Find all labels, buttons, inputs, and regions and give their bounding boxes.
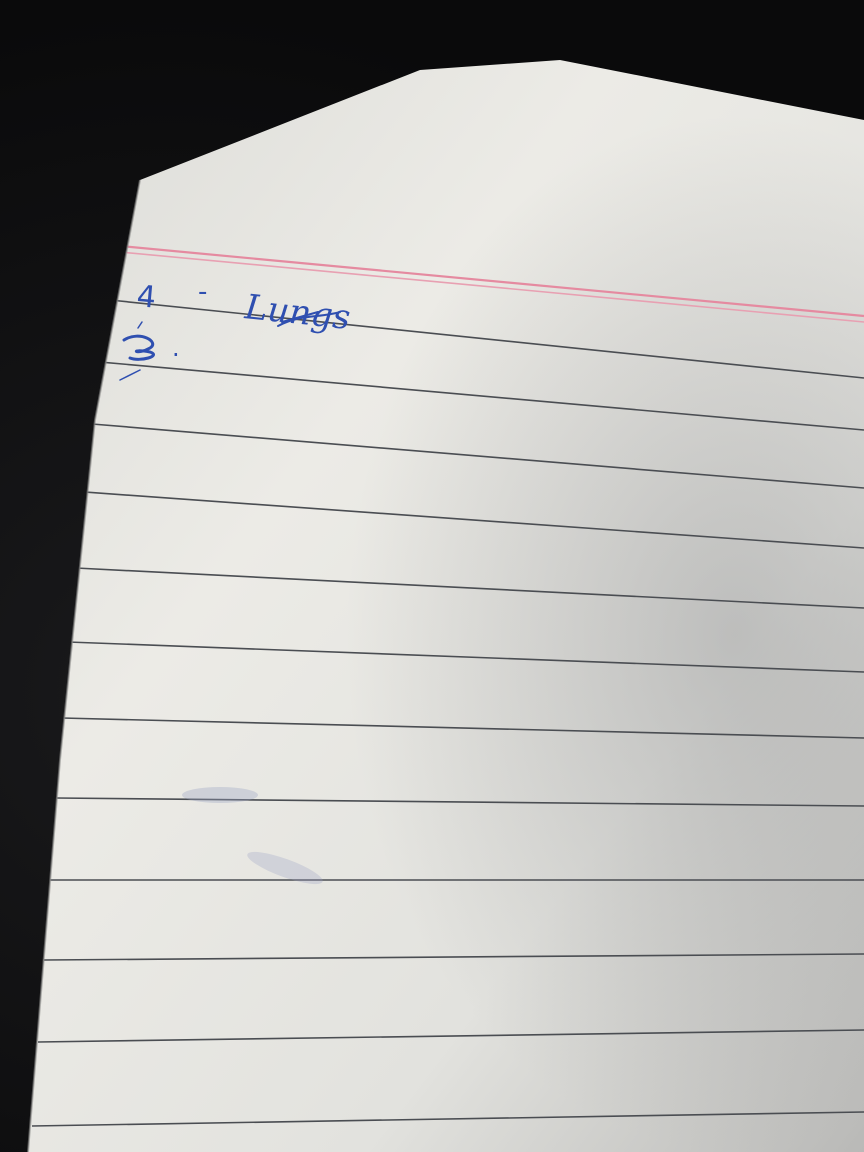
ink-smudge [182, 787, 258, 803]
handwritten-dot: . [172, 334, 180, 362]
handwritten-number: 4 [135, 279, 157, 316]
handwritten-dash: - [198, 277, 207, 307]
photo-scene: 4 - Lungs . [0, 0, 864, 1152]
notebook-page: 4 - Lungs . [27, 60, 864, 1152]
